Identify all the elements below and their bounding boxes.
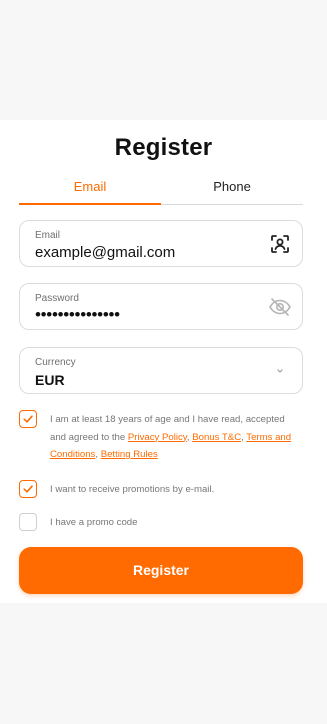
check-icon [23,415,33,423]
eye-off-icon[interactable] [268,295,292,319]
email-label: Email [35,230,61,241]
login-method-tabs: Email Phone [19,172,303,205]
email-input[interactable]: example@gmail.com [35,244,175,261]
page-title: Register [114,134,213,161]
currency-value: EUR [35,372,65,388]
chevron-down-icon[interactable] [268,359,292,383]
register-button[interactable]: Register [19,547,303,594]
promotions-text: I want to receive promotions by e-mail. [50,484,215,495]
register-panel: Register Email Phone Email example@gmail… [0,120,327,603]
bonus-tc-link[interactable]: Bonus T&C [192,432,241,443]
terms-checkbox[interactable] [19,410,37,428]
promotions-checkbox[interactable] [19,480,37,498]
privacy-policy-link[interactable]: Privacy Policy [128,432,187,443]
face-id-icon[interactable] [268,232,292,256]
tab-email[interactable]: Email [19,172,161,205]
currency-label: Currency [35,357,76,368]
promo-code-checkbox[interactable] [19,513,37,531]
password-field[interactable]: Password ••••••••••••••• [19,283,303,330]
currency-select[interactable]: Currency EUR [19,347,303,394]
terms-text: I am at least 18 years of age and I have… [50,411,302,464]
tab-phone[interactable]: Phone [161,172,303,205]
check-icon [23,485,33,493]
promo-code-text: I have a promo code [50,517,138,528]
betting-rules-link[interactable]: Betting Rules [101,449,158,460]
password-label: Password [35,293,79,304]
email-field[interactable]: Email example@gmail.com [19,220,303,267]
password-input[interactable]: ••••••••••••••• [35,305,120,325]
